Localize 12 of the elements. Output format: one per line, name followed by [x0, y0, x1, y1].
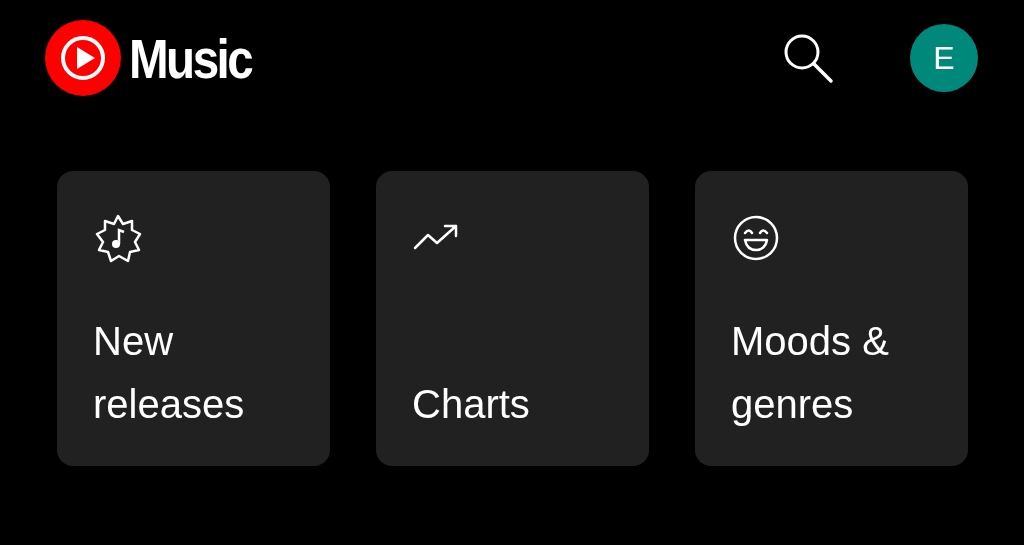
search-icon[interactable] — [782, 32, 834, 84]
music-note-badge-icon — [93, 213, 143, 263]
smiley-icon — [731, 213, 781, 263]
category-card[interactable]: New releases — [57, 171, 330, 466]
category-card[interactable]: Charts — [376, 171, 649, 466]
card-label: Charts — [412, 381, 531, 428]
avatar[interactable]: E — [910, 24, 978, 92]
card-label: Moods & genres — [731, 318, 890, 428]
logo-icon — [45, 20, 121, 96]
category-card[interactable]: Moods & genres — [695, 171, 968, 466]
card-label: New releases — [93, 318, 246, 428]
logo-text: Music — [129, 25, 252, 91]
